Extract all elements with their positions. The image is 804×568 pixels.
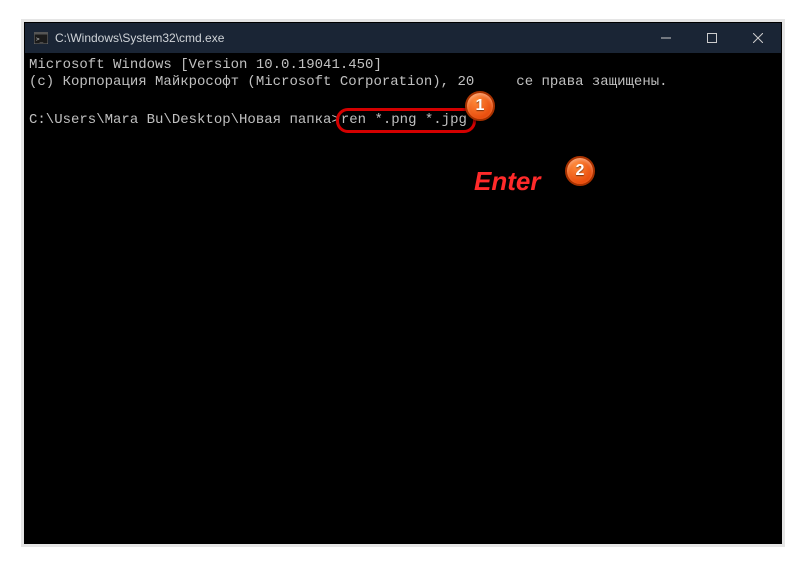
- annotation-badge-1: 1: [465, 91, 495, 121]
- terminal-line-version: Microsoft Windows [Version 10.0.19041.45…: [29, 57, 777, 74]
- window-controls: [643, 23, 781, 53]
- cmd-window: >_ C:\Windows\System32\cmd.exe Microsoft…: [24, 22, 782, 544]
- command-highlight: ren *.png *.jpg: [336, 108, 476, 133]
- annotation-badge-2: 2: [565, 156, 595, 186]
- window-titlebar: >_ C:\Windows\System32\cmd.exe: [25, 23, 781, 53]
- close-button[interactable]: [735, 23, 781, 53]
- cmd-icon: >_: [33, 30, 49, 46]
- terminal-prompt: C:\Users\Mara Bu\Desktop\Новая папка>: [29, 112, 340, 129]
- terminal-line-copyright: (c) Корпорация Майкрософт (Microsoft Cor…: [29, 74, 777, 91]
- minimize-button[interactable]: [643, 23, 689, 53]
- svg-text:>_: >_: [36, 36, 44, 43]
- terminal-blank-line: [29, 91, 777, 108]
- terminal-body[interactable]: Microsoft Windows [Version 10.0.19041.45…: [25, 53, 781, 543]
- annotation-enter-label: Enter: [474, 166, 540, 198]
- window-title: C:\Windows\System32\cmd.exe: [55, 31, 643, 45]
- terminal-prompt-line: C:\Users\Mara Bu\Desktop\Новая папка>ren…: [29, 108, 777, 133]
- maximize-button[interactable]: [689, 23, 735, 53]
